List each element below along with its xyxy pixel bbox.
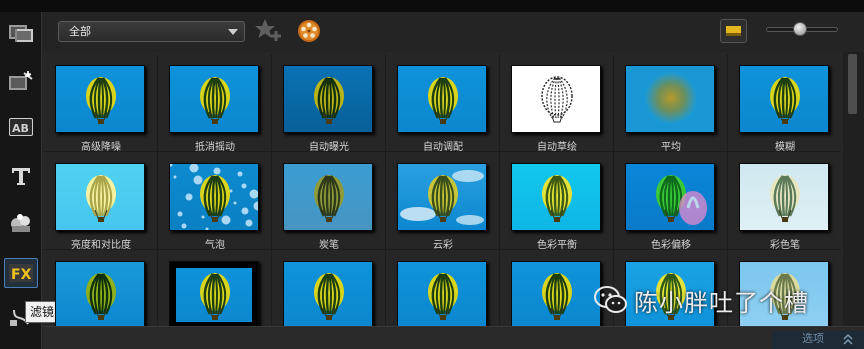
effect-tile[interactable]: 炭笔 (272, 152, 386, 251)
effect-label: 炭笔 (319, 240, 339, 251)
effect-label: 色彩偏移 (651, 240, 691, 251)
effect-tile[interactable] (386, 250, 500, 326)
effect-tile[interactable]: 抵消摇动 (158, 54, 272, 153)
effect-thumbnail[interactable] (397, 261, 487, 326)
effect-thumbnail[interactable] (169, 261, 259, 326)
graphics-icon[interactable] (4, 208, 38, 238)
effect-tile[interactable]: 色彩偏移 (614, 152, 728, 251)
effect-label: 抵消摇动 (195, 142, 235, 153)
effect-tile[interactable]: 彩色笔 (728, 152, 841, 251)
transition-icon[interactable] (4, 66, 38, 96)
effect-tile[interactable] (44, 250, 158, 326)
effect-tile[interactable]: 自动曝光 (272, 54, 386, 153)
app-window: AB FX 滤镜 全部 高级降噪 抵消摇动 自动曝光 自动调配 自动草绘 平均 模糊 亮度和对… (0, 0, 864, 349)
options-button[interactable]: 选项 (772, 331, 864, 349)
effect-tile[interactable]: 平均 (614, 54, 728, 153)
effect-tile[interactable] (158, 250, 272, 326)
effect-thumbnail[interactable] (55, 163, 145, 231)
fx-filter-icon[interactable]: FX (4, 258, 38, 288)
effect-thumbnail[interactable] (283, 65, 373, 133)
effect-label: 气泡 (205, 240, 225, 251)
grid-scrollbar[interactable] (843, 52, 864, 326)
chevron-down-icon (228, 29, 238, 35)
media-icon[interactable] (4, 18, 38, 48)
effect-tile[interactable]: 自动调配 (386, 54, 500, 153)
effect-tile[interactable]: 模糊 (728, 54, 841, 153)
effect-tile[interactable]: 高级降噪 (44, 54, 158, 153)
effect-label: 彩色笔 (770, 240, 800, 251)
effect-label: 模糊 (775, 142, 795, 153)
effect-thumbnail[interactable] (739, 163, 829, 231)
effect-tile[interactable]: 亮度和对比度 (44, 152, 158, 251)
text-t-icon[interactable] (4, 161, 38, 191)
effect-tile[interactable]: 云彩 (386, 152, 500, 251)
effect-label: 高级降噪 (81, 142, 121, 153)
svg-text:AB: AB (12, 122, 29, 135)
effect-thumbnail[interactable] (397, 65, 487, 133)
effect-thumbnail[interactable] (397, 163, 487, 231)
effect-label: 平均 (661, 142, 681, 153)
effect-thumbnail[interactable] (55, 261, 145, 326)
effect-thumbnail[interactable] (625, 65, 715, 133)
watermark: 陈小胖吐了个槽 (594, 280, 844, 320)
effect-thumbnail[interactable] (169, 163, 259, 231)
thumbnail-view-icon[interactable] (720, 19, 747, 43)
effect-thumbnail[interactable] (511, 65, 601, 133)
effect-label: 亮度和对比度 (71, 240, 131, 251)
wechat-icon (594, 286, 627, 313)
effect-thumbnail[interactable] (739, 65, 829, 133)
effect-thumbnail[interactable] (511, 163, 601, 231)
effect-thumbnail[interactable] (283, 261, 373, 326)
star-plus-icon[interactable] (254, 17, 284, 43)
view-swatch (726, 26, 741, 36)
effect-label: 色彩平衡 (537, 240, 577, 251)
svg-text:FX: FX (11, 267, 32, 283)
effect-label: 自动曝光 (309, 142, 349, 153)
options-label: 选项 (802, 332, 824, 345)
title-ab-icon[interactable]: AB (4, 112, 38, 142)
effect-thumbnail[interactable] (169, 65, 259, 133)
effect-thumbnail[interactable] (511, 261, 601, 326)
top-strip (0, 0, 864, 12)
effect-label: 云彩 (433, 240, 453, 251)
effect-label: 自动草绘 (537, 142, 577, 153)
bottom-bar (43, 326, 864, 349)
effect-thumbnail[interactable] (625, 163, 715, 231)
thumbnail-size-slider[interactable] (766, 22, 838, 36)
filter-category-dropdown[interactable]: 全部 (58, 21, 245, 42)
effect-tile[interactable] (272, 250, 386, 326)
dropdown-selected-value: 全部 (69, 25, 91, 38)
library-sidebar: AB FX (0, 12, 42, 349)
effect-thumbnail[interactable] (283, 163, 373, 231)
slider-knob[interactable] (793, 22, 807, 36)
effect-label: 自动调配 (423, 142, 463, 153)
watermark-text: 陈小胖吐了个槽 (634, 288, 809, 317)
chevron-up-icon (842, 333, 854, 349)
effect-thumbnail[interactable] (55, 65, 145, 133)
film-reel-icon[interactable] (297, 19, 321, 43)
scrollbar-thumb[interactable] (848, 54, 857, 114)
effect-tile[interactable]: 色彩平衡 (500, 152, 614, 251)
effect-tile[interactable]: 气泡 (158, 152, 272, 251)
effect-tile[interactable]: 自动草绘 (500, 54, 614, 153)
